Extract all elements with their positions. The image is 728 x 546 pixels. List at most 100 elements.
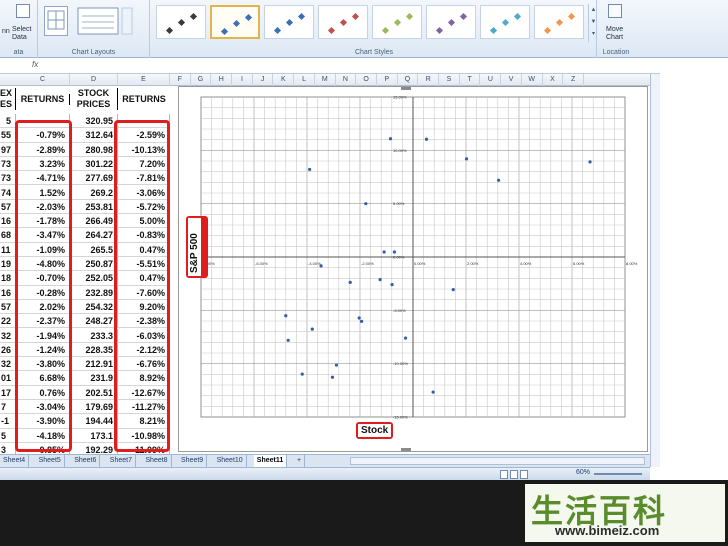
chart-style-1[interactable]	[156, 5, 206, 39]
cell-b[interactable]: -1	[0, 414, 16, 429]
styles-scroll[interactable]: ▲ ▼ ▾	[588, 4, 598, 42]
sheet-tab-sheet5[interactable]: Sheet5	[36, 455, 65, 467]
column-header-R[interactable]: R	[418, 74, 440, 86]
column-header-M[interactable]: M	[315, 74, 336, 86]
column-header-T[interactable]: T	[460, 74, 481, 86]
sheet-tab-sheet6[interactable]: Sheet6	[71, 455, 101, 467]
cell-b[interactable]: 11	[0, 242, 16, 257]
cell-b[interactable]: 18	[0, 271, 16, 286]
cell-b[interactable]: 16	[0, 214, 16, 229]
column-header-U[interactable]: U	[481, 74, 502, 86]
vertical-scrollbar[interactable]	[650, 74, 660, 467]
cell-d[interactable]: 312.64	[70, 128, 118, 143]
column-header-P[interactable]: P	[377, 74, 398, 86]
formula-bar[interactable]: fx	[0, 58, 728, 74]
zoom-slider[interactable]	[594, 473, 642, 475]
column-header-W[interactable]: W	[522, 74, 543, 86]
chart-style-8[interactable]	[534, 5, 584, 39]
column-header-H[interactable]: H	[211, 74, 233, 86]
column-header-I[interactable]: I	[232, 74, 253, 86]
column-header-K[interactable]: K	[274, 74, 295, 86]
cell-d[interactable]: 264.27	[70, 228, 118, 243]
more-icon[interactable]: ▾	[589, 28, 598, 40]
chart-layout-2[interactable]	[76, 6, 138, 36]
cell-d[interactable]: 252.05	[70, 271, 118, 286]
cell-d[interactable]: 250.87	[70, 257, 118, 272]
column-header-S[interactable]: S	[439, 74, 460, 86]
chart-style-6[interactable]	[426, 5, 476, 39]
cell-d[interactable]: 280.98	[70, 142, 118, 157]
page-break-icon[interactable]	[520, 470, 528, 479]
cell-b[interactable]: 17	[0, 385, 16, 400]
cell-b[interactable]: 7	[0, 400, 16, 415]
column-header-D[interactable]: D	[70, 74, 118, 86]
cell-d[interactable]: 179.69	[70, 400, 118, 415]
column-header-L[interactable]: L	[294, 74, 315, 86]
sheet-tab-sheet11[interactable]: Sheet11	[253, 455, 288, 467]
cell-d[interactable]: 320.95	[70, 114, 118, 129]
cell-d[interactable]: 231.9	[70, 371, 118, 386]
cell-b[interactable]: 5	[0, 428, 16, 443]
column-header-X[interactable]: X	[543, 74, 564, 86]
cell-d[interactable]: 228.35	[70, 342, 118, 358]
view-buttons[interactable]	[500, 470, 530, 479]
chart-layout-1[interactable]	[44, 6, 68, 36]
column-header-F[interactable]: F	[170, 74, 191, 86]
column-header-G[interactable]: G	[191, 74, 212, 86]
column-header-J[interactable]: J	[253, 74, 274, 86]
cell-b[interactable]: 57	[0, 199, 16, 215]
cell-d[interactable]: 212.91	[70, 357, 118, 372]
cell-b[interactable]: 22	[0, 314, 16, 329]
chart-style-4[interactable]	[318, 5, 368, 39]
page-layout-icon[interactable]	[510, 470, 518, 479]
cell-d[interactable]: 269.2	[70, 185, 118, 200]
cell-d[interactable]: 254.32	[70, 299, 118, 315]
column-header-N[interactable]: N	[336, 74, 357, 86]
cell-b[interactable]: 57	[0, 299, 16, 315]
column-header-Q[interactable]: Q	[398, 74, 419, 86]
chart-style-5[interactable]	[372, 5, 422, 39]
scroll-up-icon[interactable]: ▲	[589, 4, 598, 16]
cell-d[interactable]: 173.1	[70, 428, 118, 443]
cell-d[interactable]: 265.5	[70, 242, 118, 257]
cell-b[interactable]: 26	[0, 342, 16, 358]
cell-b[interactable]: 16	[0, 285, 16, 300]
column-header-E[interactable]: E	[118, 74, 170, 86]
sheet-tab-sheet9[interactable]: Sheet9	[178, 455, 208, 467]
cell-d[interactable]: 277.69	[70, 171, 118, 186]
move-chart-button[interactable]: Move Chart	[602, 4, 630, 44]
sheet-tab-sheet7[interactable]: Sheet7	[107, 455, 136, 467]
insert-sheet-icon[interactable]: +	[294, 455, 306, 467]
column-header-O[interactable]: O	[356, 74, 377, 86]
column-header-C[interactable]: C	[16, 74, 70, 86]
cell-b[interactable]: 19	[0, 257, 16, 272]
column-header-Z[interactable]: Z	[563, 74, 584, 86]
cell-b[interactable]: 68	[0, 228, 16, 243]
scroll-down-icon[interactable]: ▼	[589, 16, 598, 28]
cell-d[interactable]: 194.44	[70, 414, 118, 429]
cell-b[interactable]: 55	[0, 128, 16, 143]
sheet-tab-sheet8[interactable]: Sheet8	[142, 455, 172, 467]
cell-b[interactable]: 5	[0, 114, 16, 129]
horizontal-scrollbar[interactable]	[350, 457, 645, 465]
cell-b[interactable]: 74	[0, 185, 16, 200]
cell-d[interactable]: 253.81	[70, 199, 118, 215]
cell-b[interactable]: 73	[0, 171, 16, 186]
cell-d[interactable]: 266.49	[70, 214, 118, 229]
column-header-V[interactable]: V	[501, 74, 522, 86]
cell-d[interactable]: 202.51	[70, 385, 118, 400]
cell-d[interactable]: 301.22	[70, 156, 118, 172]
sheet-tab-sheet10[interactable]: Sheet10	[214, 455, 247, 467]
cell-b[interactable]: 97	[0, 142, 16, 157]
cell-b[interactable]: 32	[0, 357, 16, 372]
cell-d[interactable]: 233.3	[70, 328, 118, 343]
select-data-button[interactable]: Select Data	[12, 4, 36, 44]
chart-style-7[interactable]	[480, 5, 530, 39]
cell-b[interactable]: 01	[0, 371, 16, 386]
cell-d[interactable]: 248.27	[70, 314, 118, 329]
scatter-chart[interactable]: -8.00% -6.00% -4.00% -2.00% 0.00% 2.00% 4.00% 6…	[178, 86, 648, 452]
fx-icon[interactable]: fx	[32, 60, 38, 69]
chart-style-2[interactable]	[210, 5, 260, 39]
normal-view-icon[interactable]	[500, 470, 508, 479]
cell-b[interactable]: 73	[0, 156, 16, 172]
